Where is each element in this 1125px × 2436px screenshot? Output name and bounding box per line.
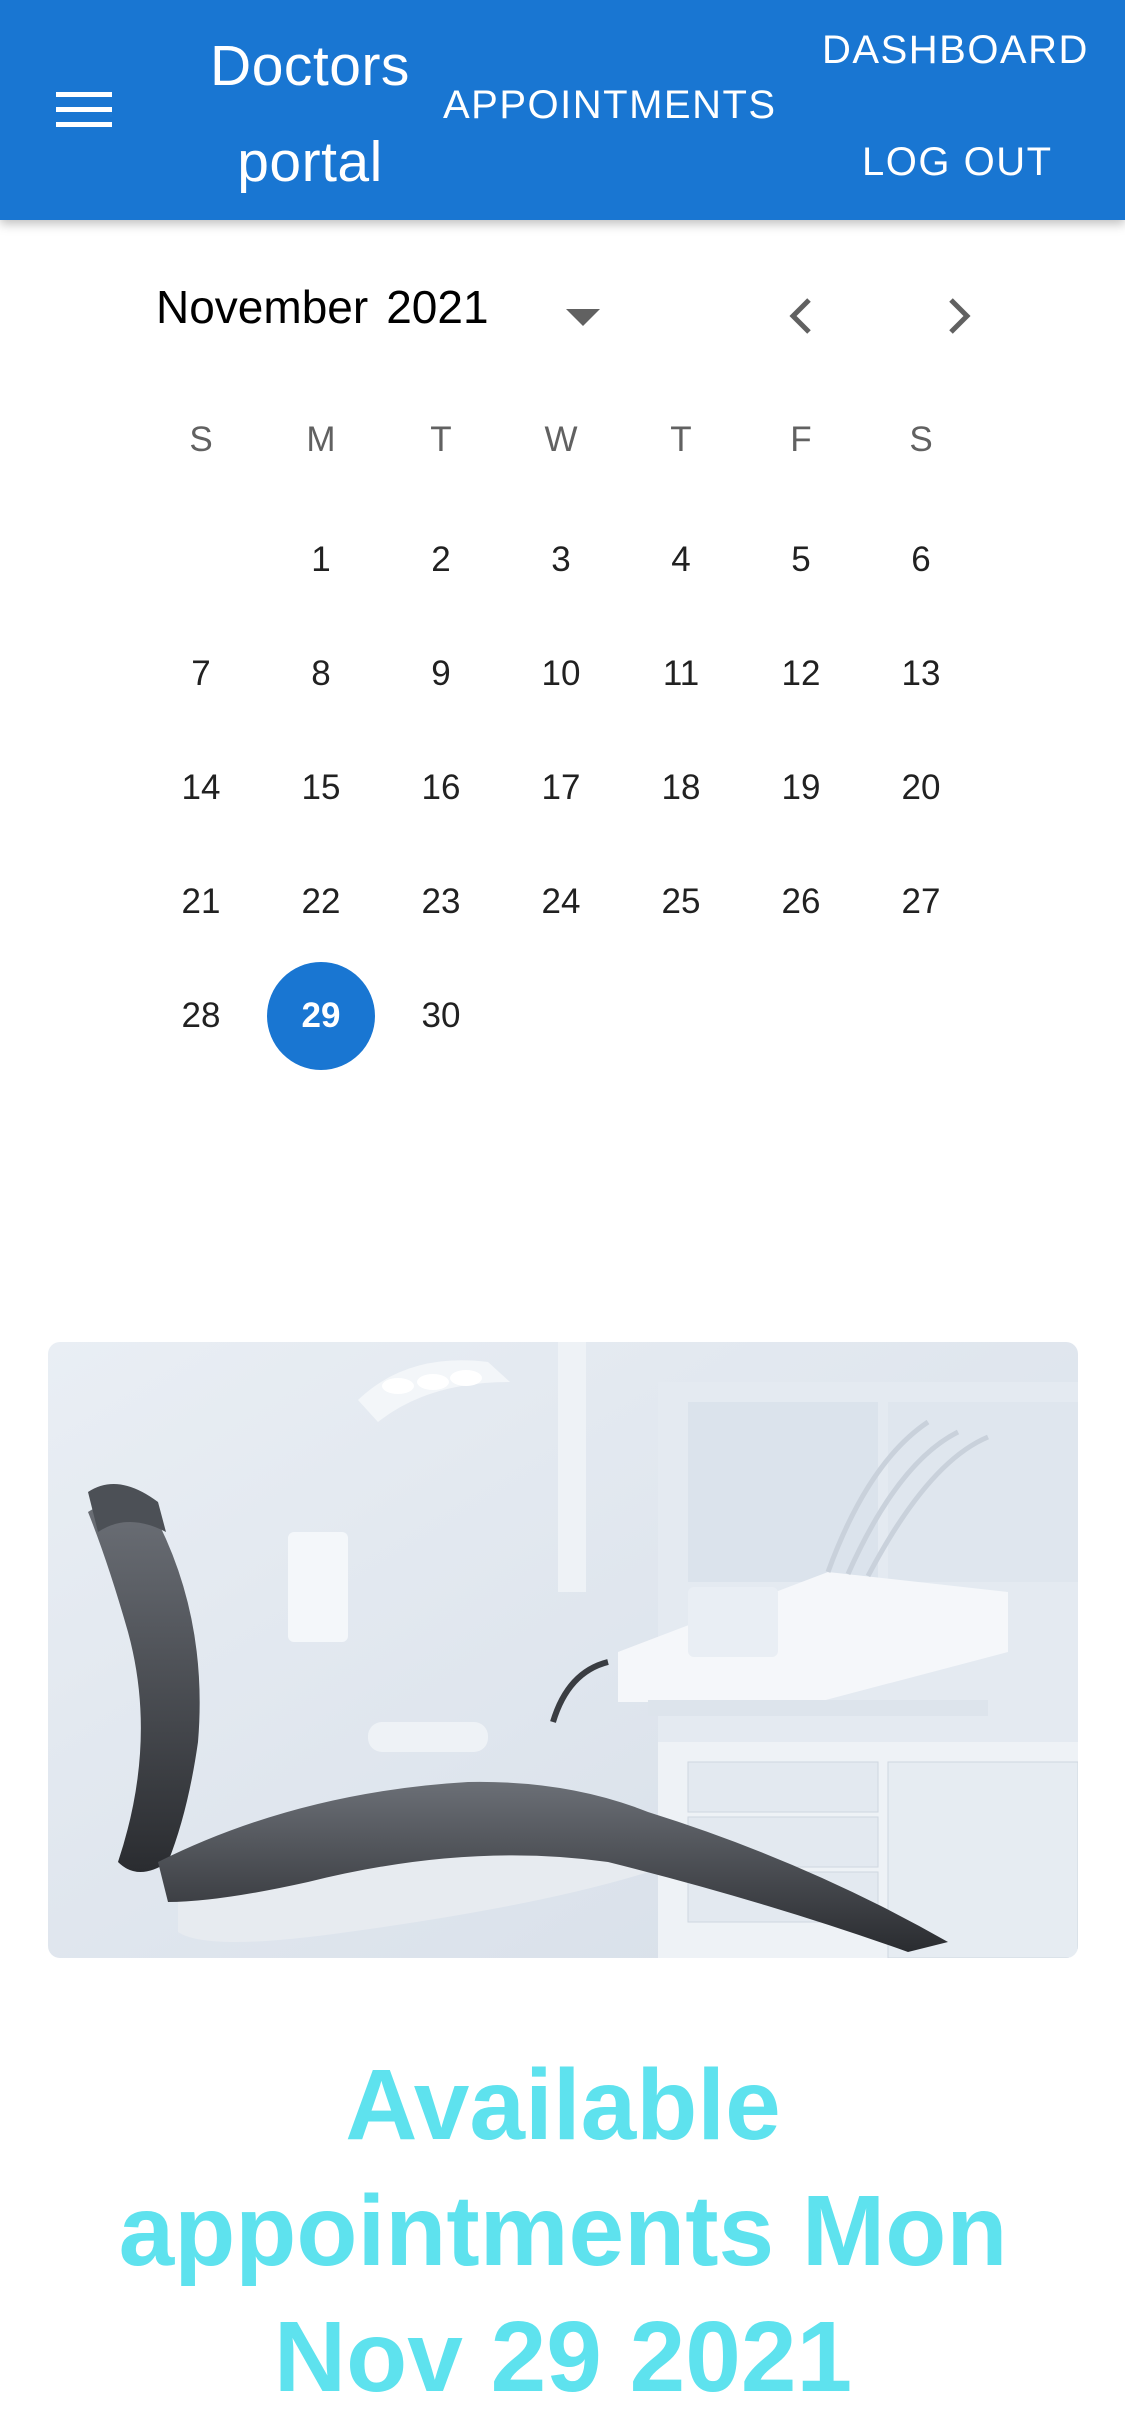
weekday-label: T xyxy=(430,420,452,459)
brand-line-2: portal xyxy=(237,130,383,194)
day-cell[interactable]: 2 xyxy=(387,506,495,614)
caret-down-icon xyxy=(566,309,600,326)
nav-appointments-link[interactable]: APPOINTMENTS xyxy=(443,83,777,128)
brand-title[interactable]: Doctors portal xyxy=(190,18,430,210)
heading-line-1: Available xyxy=(345,2049,781,2161)
heading-line-3: Nov 29 2021 xyxy=(273,2301,853,2413)
day-cell[interactable]: 19 xyxy=(747,734,855,842)
weekday-label: W xyxy=(544,420,578,459)
day-cell[interactable]: 10 xyxy=(507,620,615,728)
month-label: November xyxy=(156,281,369,333)
day-cell[interactable]: 3 xyxy=(507,506,615,614)
day-cell[interactable]: 28 xyxy=(147,962,255,1070)
day-cell[interactable]: 20 xyxy=(867,734,975,842)
day-cell[interactable]: 18 xyxy=(627,734,735,842)
previous-month-button[interactable] xyxy=(764,280,836,352)
dental-chair-image xyxy=(48,1342,1078,1958)
hamburger-menu-icon xyxy=(56,92,112,127)
weekday-label: T xyxy=(670,420,692,459)
chevron-left-icon xyxy=(789,298,811,334)
brand-line-1: Doctors xyxy=(210,34,410,98)
day-cell[interactable]: 12 xyxy=(747,620,855,728)
weekday-label: S xyxy=(909,420,933,459)
day-cell[interactable]: 1 xyxy=(267,506,375,614)
day-cell[interactable]: 22 xyxy=(267,848,375,956)
day-cell[interactable]: 26 xyxy=(747,848,855,956)
weekday-label: M xyxy=(306,420,336,459)
day-cell-selected[interactable]: 29 xyxy=(267,962,375,1070)
available-appointments-heading: Available appointments Mon Nov 29 2021 xyxy=(48,2042,1078,2420)
day-cell[interactable]: 6 xyxy=(867,506,975,614)
day-cell[interactable]: 8 xyxy=(267,620,375,728)
calendar-header: November 2021 xyxy=(48,220,1078,400)
day-cell[interactable]: 11 xyxy=(627,620,735,728)
next-month-button[interactable] xyxy=(924,280,996,352)
day-cell[interactable]: 15 xyxy=(267,734,375,842)
month-dropdown-button[interactable] xyxy=(553,288,613,348)
day-cell[interactable]: 21 xyxy=(147,848,255,956)
day-cell[interactable]: 13 xyxy=(867,620,975,728)
day-cell[interactable]: 4 xyxy=(627,506,735,614)
weekday-label: S xyxy=(189,420,213,459)
day-cell[interactable]: 5 xyxy=(747,506,855,614)
heading-line-2: appointments Mon xyxy=(118,2175,1008,2287)
day-cell[interactable]: 24 xyxy=(507,848,615,956)
menu-button[interactable] xyxy=(40,74,128,146)
day-cell[interactable]: 7 xyxy=(147,620,255,728)
month-year-label[interactable]: November 2021 xyxy=(156,280,489,334)
app-bar: Doctors portal APPOINTMENTS DASHBOARD LO… xyxy=(0,0,1125,220)
nav-logout-link[interactable]: LOG OUT xyxy=(862,140,1053,185)
day-cell[interactable]: 9 xyxy=(387,620,495,728)
weekday-label: F xyxy=(790,420,812,459)
day-cell[interactable]: 25 xyxy=(627,848,735,956)
day-cell[interactable]: 14 xyxy=(147,734,255,842)
day-cell[interactable]: 27 xyxy=(867,848,975,956)
chevron-right-icon xyxy=(949,298,971,334)
dental-clinic-illustration xyxy=(48,1342,1078,1958)
day-cell[interactable]: 30 xyxy=(387,962,495,1070)
day-cell[interactable]: 16 xyxy=(387,734,495,842)
date-picker-calendar: November 2021 SMTWTFS 1 2 3 4 5 6 7 8 9 10 11 12 13 14… xyxy=(48,220,1078,1140)
day-cell[interactable]: 23 xyxy=(387,848,495,956)
nav-dashboard-link[interactable]: DASHBOARD xyxy=(822,28,1089,73)
day-cell[interactable]: 17 xyxy=(507,734,615,842)
year-label: 2021 xyxy=(386,281,489,333)
